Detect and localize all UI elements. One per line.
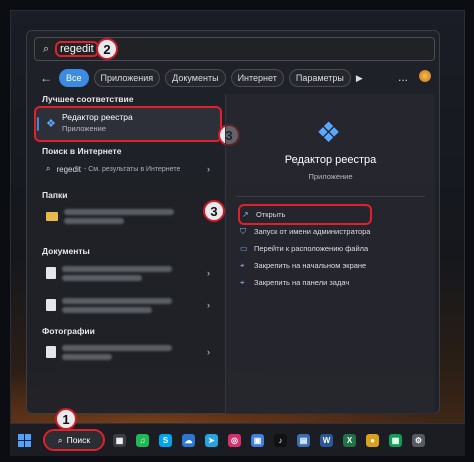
image-icon bbox=[46, 346, 56, 358]
filter-internet[interactable]: Интернет bbox=[230, 69, 284, 87]
open-action[interactable]: ↗ Открыть bbox=[237, 204, 373, 225]
search-icon: ⌕ bbox=[43, 42, 50, 55]
blurred-text bbox=[62, 344, 172, 360]
open-icon: ↗ bbox=[242, 210, 249, 219]
step-badge-1: 1 bbox=[55, 408, 77, 430]
filter-all[interactable]: Все bbox=[59, 69, 89, 87]
folder-icon: ▭ bbox=[240, 244, 248, 253]
tiktok-icon[interactable]: ♪ bbox=[274, 433, 287, 447]
word-icon[interactable]: W bbox=[320, 433, 333, 447]
blurred-text bbox=[64, 208, 174, 224]
spotify-icon[interactable]: ♫ bbox=[136, 433, 149, 447]
search-icon: ⌕ bbox=[46, 164, 51, 173]
document-icon bbox=[46, 267, 56, 279]
sheets-icon[interactable]: ▦ bbox=[389, 433, 402, 447]
pin-to-start-label: Закрепить на начальном экране bbox=[254, 261, 367, 270]
instagram-icon[interactable]: ◎ bbox=[228, 433, 241, 447]
open-label: Открыть bbox=[256, 210, 286, 219]
preview-subtitle: Приложение bbox=[308, 172, 353, 181]
action-list: ↗ Открыть ⛉ Запуск от имени администрато… bbox=[237, 204, 373, 291]
documents-header: Документы bbox=[42, 246, 90, 256]
best-match-header: Лучшее соответствие bbox=[42, 94, 134, 104]
best-match-item[interactable]: ❖ Редактор реестра Приложение bbox=[34, 106, 222, 142]
pin-to-start-action[interactable]: ⌖ Закрепить на начальном экране bbox=[240, 257, 370, 274]
more-filters-icon[interactable]: ▶ bbox=[356, 73, 363, 84]
chrome-icon[interactable]: ● bbox=[366, 433, 379, 447]
settings-icon[interactable]: ⚙ bbox=[412, 433, 425, 447]
step-badge-2: 2 bbox=[96, 38, 118, 60]
results-list: Лучшее соответствие ❖ Редактор реестра П… bbox=[34, 94, 222, 364]
onedrive-icon[interactable]: ☁ bbox=[182, 433, 195, 447]
selection-indicator bbox=[37, 117, 39, 131]
web-search-item[interactable]: ⌕ regedit - См. результаты в Интернете › bbox=[36, 160, 220, 178]
pin-icon: ⌖ bbox=[240, 277, 245, 287]
divider bbox=[236, 196, 425, 197]
web-query: regedit bbox=[56, 164, 81, 174]
list-item[interactable]: › bbox=[36, 340, 220, 364]
taskbar-search-button[interactable]: ⌕ Поиск bbox=[43, 429, 105, 451]
blurred-text bbox=[62, 297, 172, 313]
excel-icon[interactable]: X bbox=[343, 433, 356, 447]
search-input[interactable]: regedit bbox=[55, 41, 99, 57]
best-match-subtitle: Приложение bbox=[62, 124, 106, 133]
list-item[interactable]: › bbox=[36, 204, 220, 228]
windows-start-icon[interactable] bbox=[18, 433, 31, 447]
filter-apps[interactable]: Приложения bbox=[93, 69, 161, 87]
best-match-title: Редактор реестра bbox=[62, 112, 133, 122]
avatar[interactable] bbox=[419, 70, 431, 82]
list-item[interactable]: › bbox=[36, 260, 220, 286]
run-as-admin-label: Запуск от имени администратора bbox=[254, 227, 371, 236]
regedit-icon: ❖ bbox=[46, 118, 56, 130]
preview-pane: ❖ Редактор реестра Приложение ↗ Открыть … bbox=[225, 94, 435, 414]
web-suffix: - См. результаты в Интернете bbox=[83, 165, 181, 173]
pin-to-taskbar-action[interactable]: ⌖ Закрепить на панели задач bbox=[240, 274, 370, 291]
back-arrow-icon[interactable]: ← bbox=[40, 71, 54, 85]
skype-icon[interactable]: S bbox=[159, 433, 172, 447]
taskbar-search-label: Поиск bbox=[66, 435, 91, 445]
blurred-text bbox=[62, 265, 172, 281]
telegram-icon[interactable]: ➤ bbox=[205, 433, 218, 447]
open-file-location-action[interactable]: ▭ Перейти к расположению файла bbox=[240, 240, 370, 257]
filter-tabs: ← Все Приложения Документы Интернет Пара… bbox=[40, 69, 363, 87]
run-as-admin-action[interactable]: ⛉ Запуск от имени администратора bbox=[240, 223, 370, 240]
chevron-right-icon[interactable]: › bbox=[207, 300, 210, 310]
web-header: Поиск в Интернете bbox=[42, 146, 122, 156]
explorer-icon[interactable]: ▤ bbox=[297, 433, 310, 447]
regedit-icon: ❖ bbox=[316, 117, 342, 148]
taskbar: ⌕ Поиск ▦ ♫ S ☁ ➤ ◎ ▣ ♪ ▤ W X ● ▦ ⚙ bbox=[10, 423, 465, 456]
folders-header: Папки bbox=[42, 190, 68, 200]
chevron-right-icon[interactable]: › bbox=[207, 347, 210, 357]
step-badge-3b: 3 bbox=[203, 200, 225, 222]
filter-settings[interactable]: Параметры bbox=[288, 69, 351, 87]
photos-header: Фотографии bbox=[42, 326, 95, 336]
document-icon bbox=[46, 299, 56, 311]
list-item[interactable]: › bbox=[36, 292, 220, 318]
search-icon: ⌕ bbox=[57, 434, 63, 445]
filter-documents[interactable]: Документы bbox=[165, 69, 226, 87]
shield-icon: ⛉ bbox=[240, 226, 246, 236]
more-options-icon[interactable]: ... bbox=[398, 70, 408, 84]
search-box[interactable]: ⌕ regedit bbox=[34, 37, 435, 61]
photos-icon[interactable]: ▣ bbox=[251, 433, 264, 447]
pin-icon: ⌖ bbox=[240, 260, 245, 270]
open-file-location-label: Перейти к расположению файла bbox=[254, 244, 369, 253]
folder-icon bbox=[46, 211, 58, 221]
preview-title: Редактор реестра bbox=[284, 154, 377, 166]
chevron-right-icon[interactable]: › bbox=[207, 268, 210, 278]
calculator-icon[interactable]: ▦ bbox=[113, 433, 126, 447]
chevron-right-icon[interactable]: › bbox=[207, 164, 210, 174]
taskbar-apps: ▦ ♫ S ☁ ➤ ◎ ▣ ♪ ▤ W X ● ▦ ⚙ bbox=[103, 433, 425, 447]
pin-to-taskbar-label: Закрепить на панели задач bbox=[254, 278, 350, 287]
